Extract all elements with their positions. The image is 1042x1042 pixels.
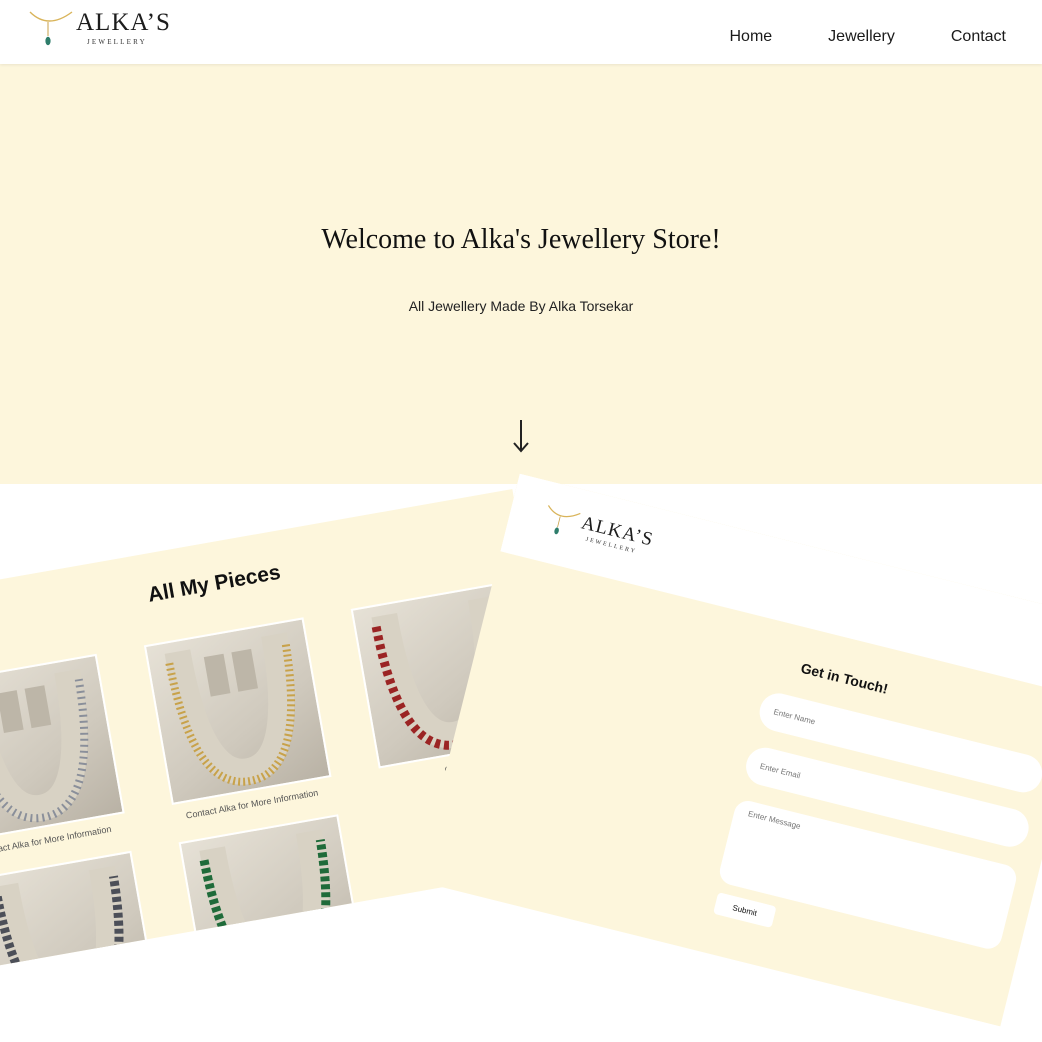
gallery-item[interactable]: Contact Alka for More Information [0, 653, 125, 859]
gallery-item[interactable] [178, 814, 367, 971]
nav-home[interactable]: Home [729, 28, 772, 46]
hero-subtitle: All Jewellery Made By Alka Torsekar [408, 298, 634, 314]
nav-contact[interactable]: Contact [951, 28, 1006, 46]
hero-title: Welcome to Alka's Jewellery Store! [321, 224, 721, 255]
gallery-item[interactable] [0, 850, 160, 971]
contact-header [500, 473, 1042, 697]
brand-logo[interactable]: ALKA’S JEWELLERY [28, 8, 178, 52]
scroll-down-arrow-icon[interactable] [506, 416, 536, 456]
bead-tray-image [164, 632, 296, 786]
hero-section: Welcome to Alka's Jewellery Store! All J… [0, 64, 1042, 484]
necklace-photo [143, 617, 332, 805]
brand-name: ALKA’S [76, 9, 171, 36]
bead-tray-image [199, 829, 331, 971]
submit-button[interactable]: Submit [713, 892, 777, 929]
bead-tray-image [0, 865, 124, 971]
gallery-item[interactable]: Contact Alka for More Information [143, 617, 332, 823]
main-nav: Home Jewellery Contact [729, 28, 1006, 46]
bead-tray-image [0, 668, 89, 823]
necklace-photo [0, 653, 125, 842]
contact-preview: ALKA’S JEWELLERY Get in Touch! Submit [418, 473, 1042, 1027]
necklace-logo-icon [29, 11, 73, 46]
necklace-photo [0, 850, 160, 971]
necklace-logo-icon [547, 505, 581, 535]
site-header: ALKA’S JEWELLERY Home Jewellery Contact [0, 0, 1042, 64]
nav-jewellery[interactable]: Jewellery [828, 28, 895, 46]
necklace-photo [178, 814, 367, 971]
brand-subtitle: JEWELLERY [87, 38, 147, 46]
contact-title: Get in Touch! [799, 659, 890, 697]
